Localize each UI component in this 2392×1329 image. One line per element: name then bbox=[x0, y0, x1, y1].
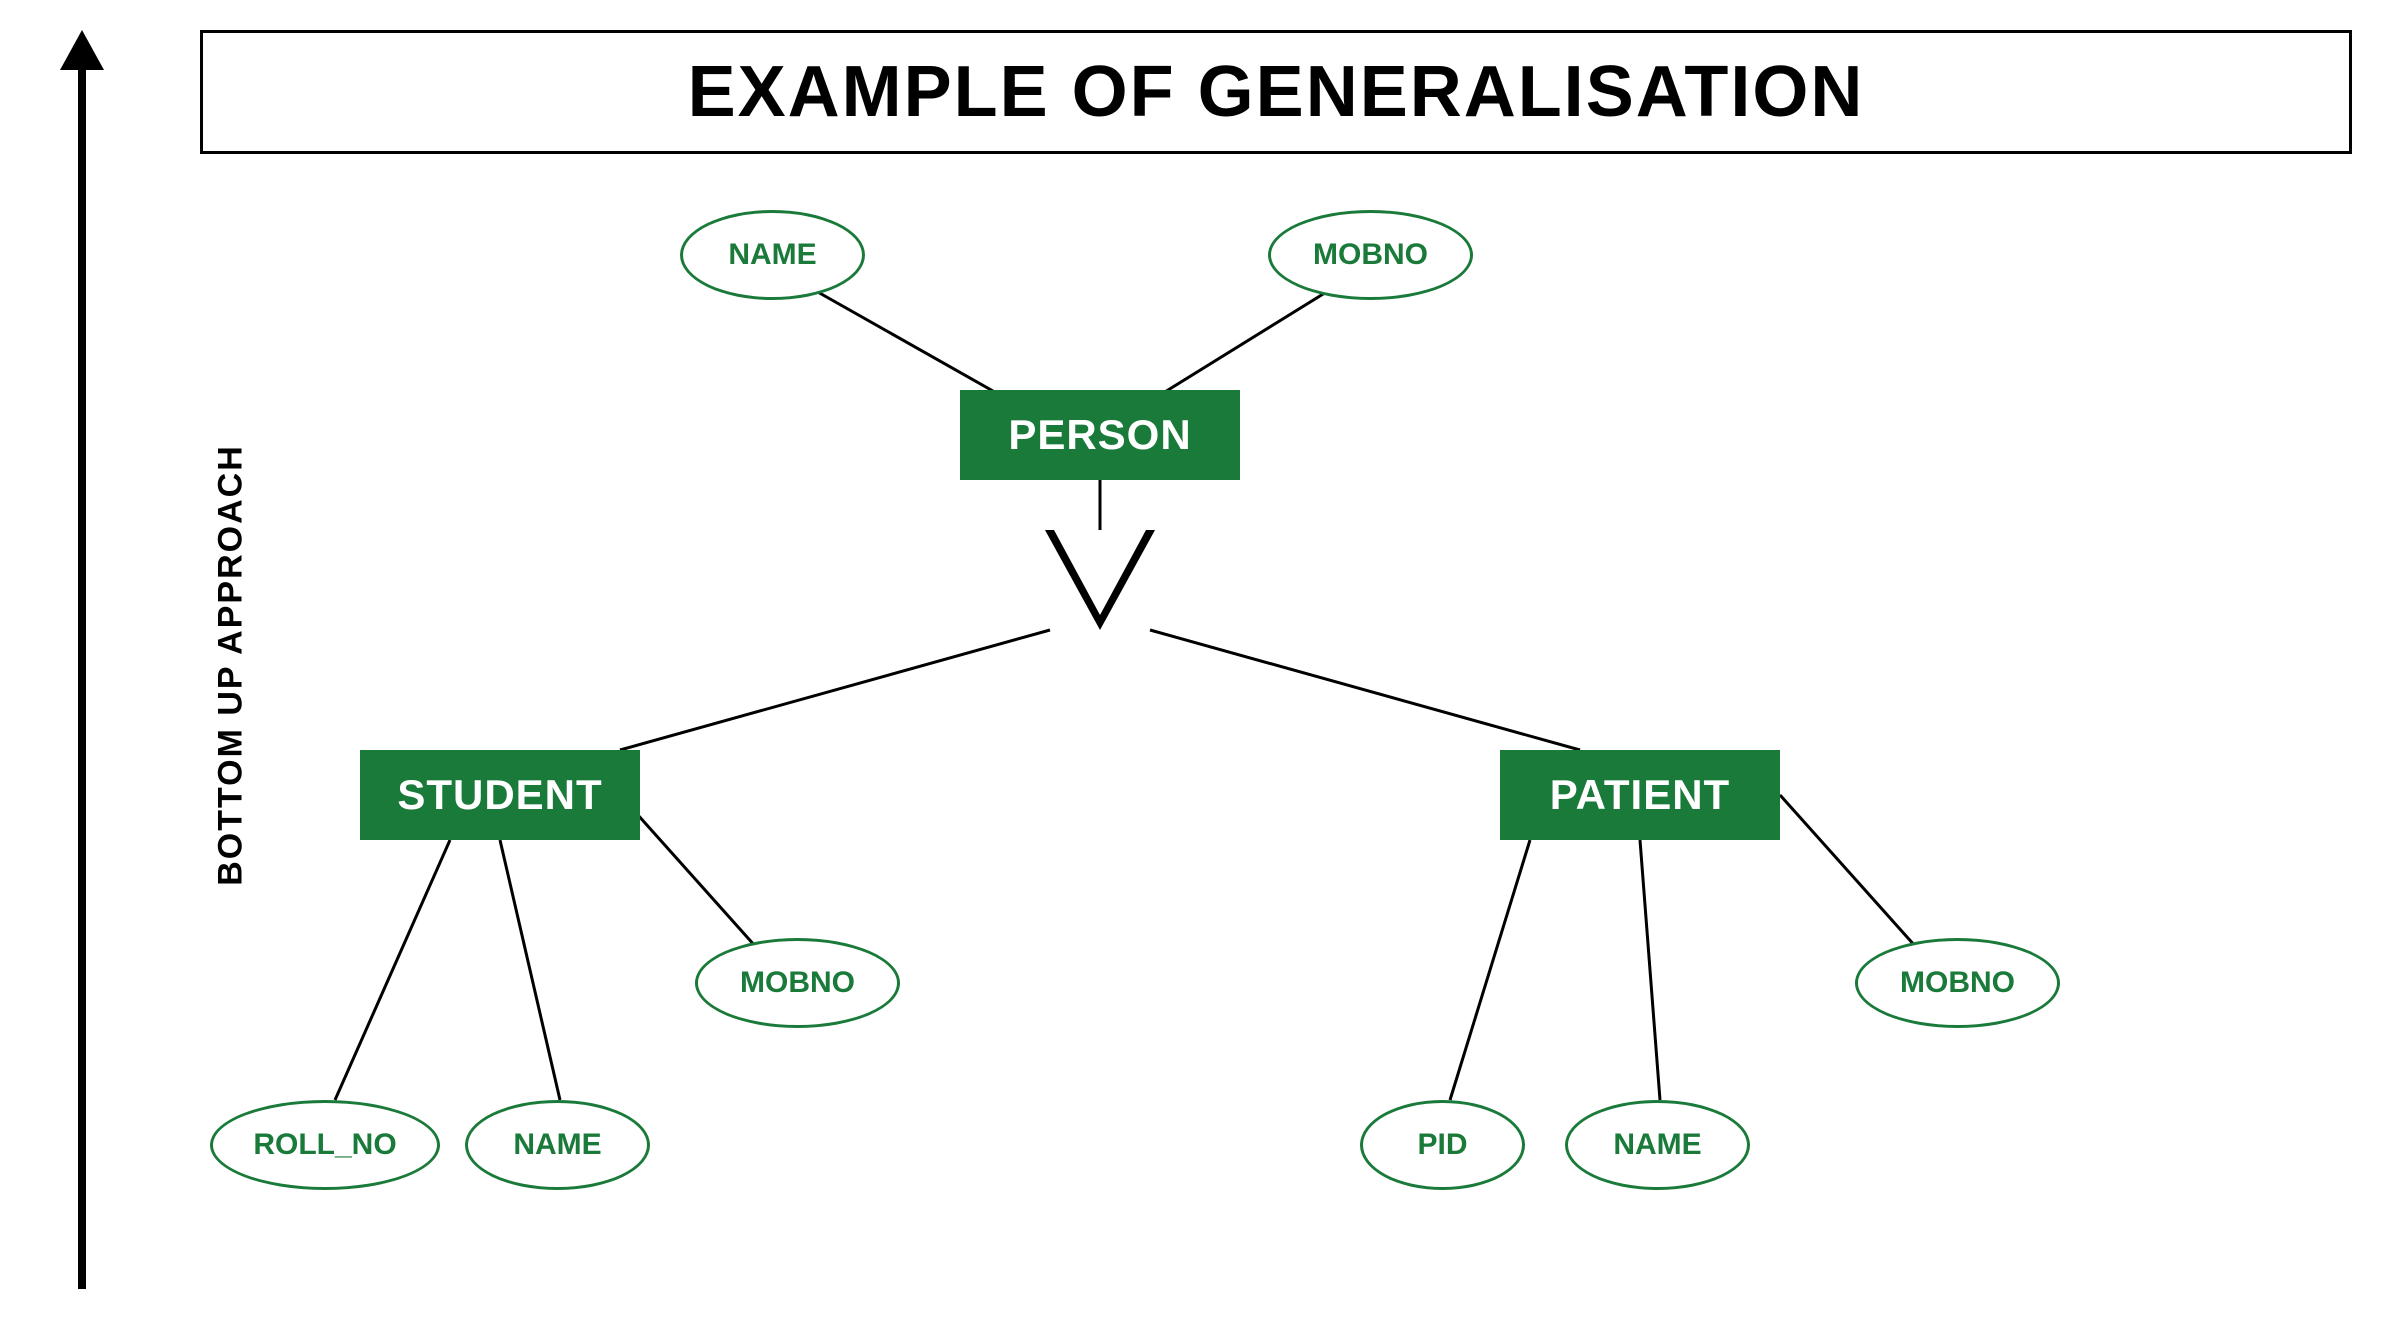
arrow-up-icon bbox=[60, 30, 104, 70]
entity-student: STUDENT bbox=[360, 750, 640, 840]
title-box: EXAMPLE OF GENERALISATION bbox=[200, 30, 2352, 154]
attribute-student-rollno: ROLL_NO bbox=[210, 1100, 440, 1190]
arrow-line bbox=[78, 70, 86, 1289]
left-arrow bbox=[60, 30, 104, 1289]
attribute-student-mobno: MOBNO bbox=[695, 938, 900, 1028]
entity-person: PERSON bbox=[960, 390, 1240, 480]
title-text: EXAMPLE OF GENERALISATION bbox=[688, 52, 1865, 132]
attribute-mobno-top: MOBNO bbox=[1268, 210, 1473, 300]
attribute-patient-name: NAME bbox=[1565, 1100, 1750, 1190]
attribute-patient-pid: PID bbox=[1360, 1100, 1525, 1190]
attribute-student-name: NAME bbox=[465, 1100, 650, 1190]
attribute-patient-mobno: MOBNO bbox=[1855, 938, 2060, 1028]
attribute-name-top: NAME bbox=[680, 210, 865, 300]
isa-triangle-inner bbox=[1054, 530, 1146, 615]
vertical-label: BOTTOM UP APPROACH bbox=[211, 444, 250, 886]
isa-triangle-shape bbox=[1045, 530, 1155, 630]
canvas: BOTTOM UP APPROACH EXAMPLE OF GENERALISA… bbox=[0, 0, 2392, 1329]
entity-patient: PATIENT bbox=[1500, 750, 1780, 840]
